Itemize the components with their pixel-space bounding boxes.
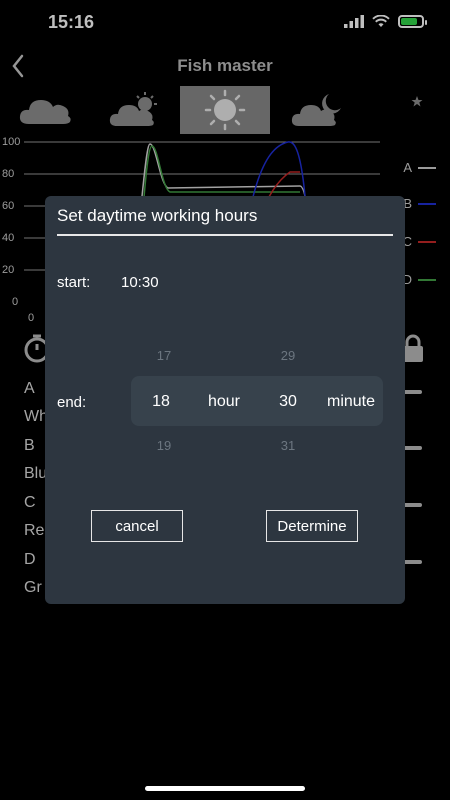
hour-option[interactable]: 17	[149, 348, 179, 363]
determine-button[interactable]: Determine	[266, 510, 358, 542]
end-label: end:	[57, 394, 87, 411]
dialog-divider	[57, 234, 393, 236]
cancel-button[interactable]: cancel	[91, 510, 183, 542]
hour-unit-label: hour	[207, 393, 241, 410]
start-time-value[interactable]: 10:30	[121, 274, 159, 291]
minute-option[interactable]: 29	[273, 348, 303, 363]
hour-picker-value[interactable]: 18	[145, 393, 177, 411]
home-indicator[interactable]	[145, 786, 305, 791]
working-hours-dialog: Set daytime working hours start: 10:30 1…	[45, 196, 405, 604]
dialog-title: Set daytime working hours	[57, 206, 258, 225]
minute-option[interactable]: 31	[273, 438, 303, 453]
start-label: start:	[57, 274, 91, 291]
minute-picker-value[interactable]: 30	[271, 393, 305, 411]
hour-option[interactable]: 19	[149, 438, 179, 453]
minute-unit-label: minute	[326, 393, 376, 410]
